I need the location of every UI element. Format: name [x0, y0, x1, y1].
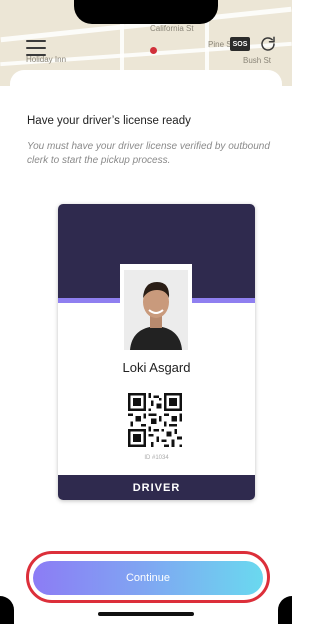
- driver-name: Loki Asgard: [122, 360, 191, 375]
- driver-license-card: Loki Asgard ID #1034 DRIVER: [58, 204, 255, 500]
- home-indicator[interactable]: [98, 612, 194, 616]
- refresh-icon[interactable]: [259, 35, 277, 53]
- photo-frame: [120, 264, 192, 352]
- continue-button[interactable]: Continue: [33, 561, 263, 595]
- phone-screen: Holiday Inn Pine St Bush St California S…: [0, 0, 292, 624]
- hamburger-menu-icon[interactable]: [26, 40, 46, 56]
- card-role-label: DRIVER: [58, 475, 255, 500]
- qr-code-image: [128, 393, 182, 447]
- instruction-text: You must have your driver license verifi…: [27, 141, 270, 166]
- map-label: California St: [150, 24, 194, 33]
- map-label: Holiday Inn: [26, 55, 67, 64]
- page-title: Have your driver’s license ready: [27, 115, 191, 127]
- map-label: Bush St: [243, 56, 272, 65]
- driver-portrait-image: [124, 270, 188, 350]
- phone-notch: [74, 0, 218, 24]
- sos-button[interactable]: SOS: [230, 37, 250, 51]
- location-pin-icon: [150, 47, 157, 54]
- card-id-number: ID #1034: [144, 455, 169, 461]
- driver-photo: [124, 270, 188, 350]
